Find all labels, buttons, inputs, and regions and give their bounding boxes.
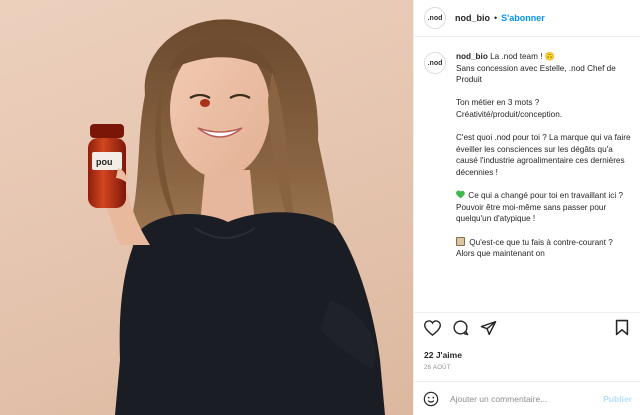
caption-paragraph-3: C'est quoi .nod pour toi ? La marque qui… [456, 133, 631, 177]
separator-dot: • [494, 13, 498, 23]
caption-line-1: La .nod team ! 🙃 [490, 52, 555, 61]
username-link[interactable]: nod_bio [455, 13, 490, 23]
comment-icon[interactable] [450, 318, 470, 338]
caption-paragraph-5: Qu'est-ce que tu fais à contre-courant ?… [456, 237, 613, 259]
caption-text: nod_bio La .nod team ! 🙃 Sans concession… [456, 51, 632, 312]
bookmark-icon[interactable] [612, 318, 632, 338]
green-heart-icon [456, 191, 464, 199]
sauce-on-nose [200, 99, 210, 107]
heart-icon[interactable] [422, 318, 442, 338]
caption-avatar[interactable]: .nod [424, 52, 446, 74]
post-header: .nod nod_bio • S'abonner [414, 0, 640, 37]
follow-button[interactable]: S'abonner [501, 13, 545, 23]
likes-count[interactable]: 22 J'aime [414, 342, 640, 360]
caption-answer-1: Créativité/produit/conception. [456, 109, 563, 119]
publish-button[interactable]: Publier [603, 394, 632, 404]
post-side-panel: .nod nod_bio • S'abonner .nod nod_bio La… [413, 0, 640, 415]
jar-label-text: pou [96, 157, 113, 167]
comment-input[interactable] [450, 393, 604, 404]
photo-illustration: pou [88, 19, 385, 415]
instagram-post: pou .nod nod_bio • S'abonner .nod nod_bi… [0, 0, 640, 415]
comment-box: Publier [414, 381, 640, 415]
post-photo[interactable]: pou [0, 0, 413, 415]
caption-line-2: Sans concession avec Estelle, .nod Chef … [456, 63, 616, 85]
caption-paragraph-4: Ce qui a changé pour toi en travaillant … [456, 191, 624, 224]
post-date: 28 AOÛT [424, 365, 451, 371]
avatar[interactable]: .nod [424, 7, 446, 29]
caption-question-1: Ton métier en 3 mots ? [456, 98, 540, 108]
action-bar [414, 312, 640, 342]
jar-cap [90, 124, 124, 138]
emoji-icon[interactable] [422, 390, 440, 408]
sauce-jar: pou [88, 124, 126, 208]
caption-area[interactable]: .nod nod_bio La .nod team ! 🙃 Sans conce… [414, 37, 640, 312]
caption-username[interactable]: nod_bio [456, 52, 488, 61]
share-icon[interactable] [478, 318, 498, 338]
scroll-icon [456, 236, 465, 246]
